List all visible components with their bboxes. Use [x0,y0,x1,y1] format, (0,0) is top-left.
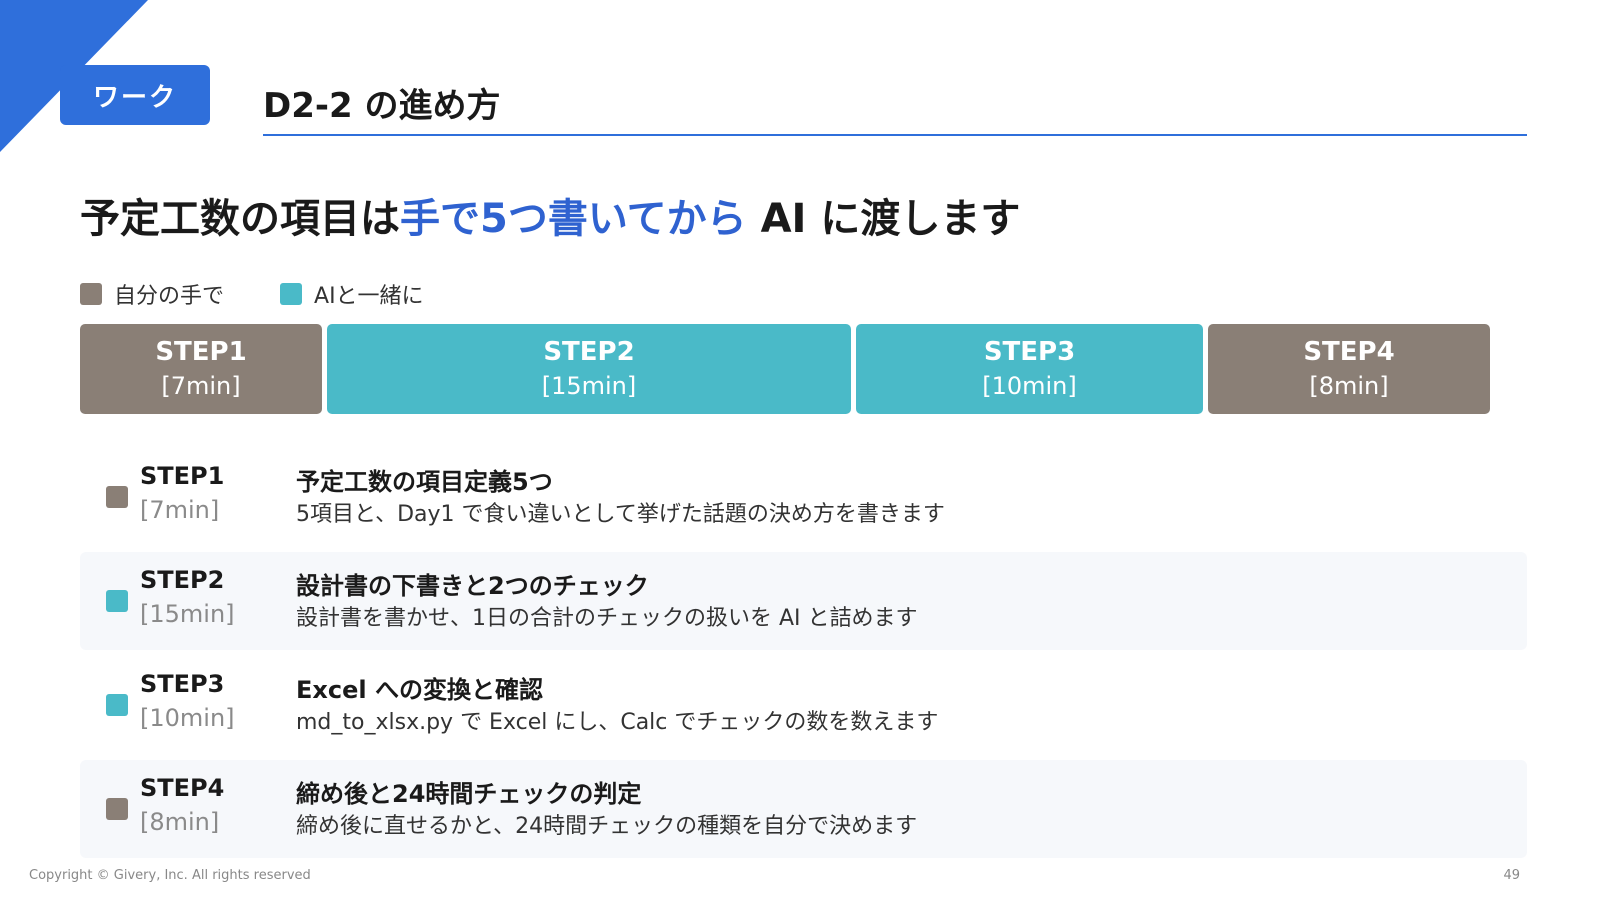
step-description: 設計書を書かせ、1日の合計のチェックの扱いを AI と詰めます [296,606,918,631]
step-title: 設計書の下書きと2つのチェック [296,572,649,600]
headline-prefix: 予定工数の項目は [80,196,400,242]
timeline-segment-step1: STEP1 [7min] [80,324,322,414]
segment-name: STEP4 [1303,337,1395,367]
title-underline [263,134,1527,136]
step-description: 5項目と、Day1 で食い違いとして挙げた話題の決め方を書きます [296,502,945,527]
segment-duration: [7min] [161,372,241,400]
segment-duration: [8min] [1309,372,1389,400]
legend-swatch-self [80,283,102,305]
step-name: STEP3 [140,670,225,698]
step-marker-ai [106,590,128,612]
step-duration: [10min] [140,704,235,732]
section-tag: ワーク [60,65,210,125]
headline-suffix: AI に渡します [746,196,1021,242]
segment-duration: [10min] [982,372,1077,400]
page-number: 49 [1503,868,1520,883]
legend-label: 自分の手で [114,284,225,309]
step-row-1: STEP1 [7min] 予定工数の項目定義5つ 5項目と、Day1 で食い違い… [80,448,1527,546]
segment-name: STEP2 [543,337,635,367]
step-duration: [15min] [140,600,235,628]
timeline-segment-step4: STEP4 [8min] [1208,324,1490,414]
step-description: md_to_xlsx.py で Excel にし、Calc でチェックの数を数え… [296,710,939,735]
headline: 予定工数の項目は手で5つ書いてから AI に渡します [80,186,1020,244]
step-duration: [7min] [140,496,220,524]
step-name: STEP1 [140,462,225,490]
legend-item-ai: AIと一緒に [280,278,424,310]
step-name: STEP4 [140,774,225,802]
legend-item-self: 自分の手で [80,278,224,310]
legend-swatch-ai [280,283,303,305]
step-title: 予定工数の項目定義5つ [296,468,553,496]
step-row-2: STEP2 [15min] 設計書の下書きと2つのチェック 設計書を書かせ、1日… [80,552,1527,650]
step-duration: [8min] [140,808,220,836]
step-title: Excel への変換と確認 [296,676,543,704]
headline-accent: 手で5つ書いてから [400,196,747,242]
timeline-segment-step3: STEP3 [10min] [856,324,1203,414]
step-marker-self [106,798,128,820]
copyright: Copyright © Givery, Inc. All rights rese… [29,868,311,883]
legend-label: AIと一緒に [314,284,424,309]
step-row-3: STEP3 [10min] Excel への変換と確認 md_to_xlsx.p… [80,656,1527,754]
timeline-segment-step2: STEP2 [15min] [327,324,851,414]
segment-name: STEP1 [155,337,247,367]
page-title: D2-2 の進め方 [263,86,501,126]
step-row-4: STEP4 [8min] 締め後と24時間チェックの判定 締め後に直せるかと、2… [80,760,1527,858]
step-description: 締め後に直せるかと、24時間チェックの種類を自分で決めます [296,814,918,839]
step-marker-self [106,486,128,508]
segment-duration: [15min] [541,372,637,400]
legend: 自分の手で AIと一緒に [80,278,424,310]
timeline-bar: STEP1 [7min] STEP2 [15min] STEP3 [10min]… [80,324,1520,414]
segment-name: STEP3 [983,337,1076,367]
step-marker-ai [106,694,128,716]
step-title: 締め後と24時間チェックの判定 [296,780,642,808]
step-name: STEP2 [140,566,225,594]
